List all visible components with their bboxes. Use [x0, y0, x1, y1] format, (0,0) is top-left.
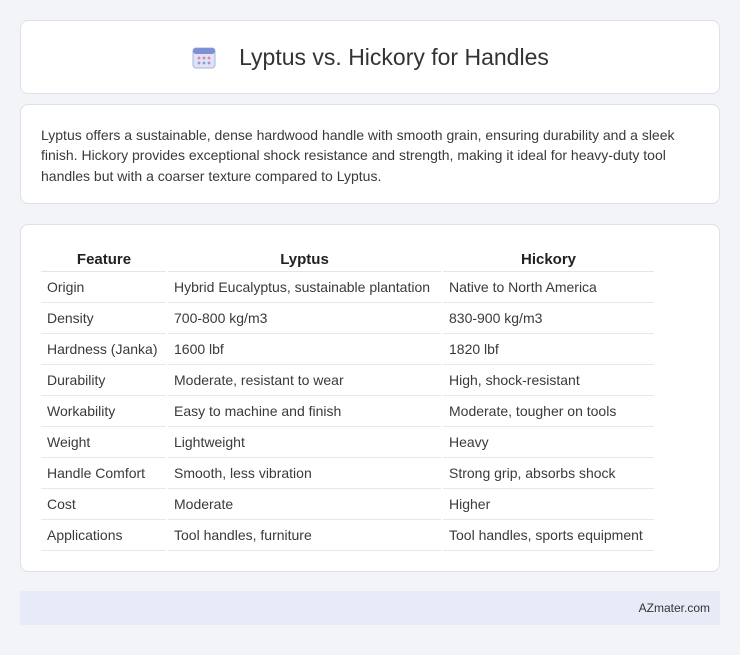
header-lyptus: Lyptus — [167, 247, 442, 272]
cell-hickory: Tool handles, sports equipment — [442, 519, 656, 551]
cell-hickory: 1820 lbf — [442, 333, 656, 365]
cell-lyptus: Easy to machine and finish — [167, 395, 443, 427]
table-row: Handle Comfort Smooth, less vibration St… — [41, 457, 656, 489]
cell-feature: Density — [41, 302, 168, 334]
table-row: Density 700-800 kg/m3 830-900 kg/m3 — [41, 302, 656, 334]
cell-lyptus: 1600 lbf — [167, 333, 443, 365]
cell-feature: Workability — [41, 395, 168, 427]
table-row: Hardness (Janka) 1600 lbf 1820 lbf — [41, 333, 656, 365]
cell-lyptus: Moderate — [167, 488, 443, 520]
cell-hickory: Moderate, tougher on tools — [442, 395, 656, 427]
cell-feature: Hardness (Janka) — [41, 333, 168, 365]
cell-hickory: Strong grip, absorbs shock — [442, 457, 656, 489]
cell-feature: Weight — [41, 426, 168, 458]
cell-lyptus: Tool handles, furniture — [167, 519, 443, 551]
table-row: Applications Tool handles, furniture Too… — [41, 519, 656, 551]
intro-card: Lyptus offers a sustainable, dense hardw… — [20, 104, 720, 204]
cell-feature: Handle Comfort — [41, 457, 168, 489]
cell-hickory: Higher — [442, 488, 656, 520]
cell-lyptus: Lightweight — [167, 426, 443, 458]
cell-feature: Durability — [41, 364, 168, 396]
table-row: Cost Moderate Higher — [41, 488, 656, 520]
cell-hickory: 830-900 kg/m3 — [442, 302, 656, 334]
table-row: Origin Hybrid Eucalyptus, sustainable pl… — [41, 271, 656, 303]
table-header-row: Feature Lyptus Hickory — [41, 247, 655, 272]
cell-feature: Origin — [41, 271, 168, 303]
cell-hickory: Heavy — [442, 426, 656, 458]
title-card: Lyptus vs. Hickory for Handles — [20, 20, 720, 94]
calendar-icon — [191, 44, 217, 70]
cell-lyptus: 700-800 kg/m3 — [167, 302, 443, 334]
table-card: Feature Lyptus Hickory Origin Hybrid Euc… — [20, 224, 720, 572]
footer-bar: AZmater.com — [20, 591, 720, 625]
header-hickory: Hickory — [442, 247, 655, 272]
page-title: Lyptus vs. Hickory for Handles — [239, 43, 549, 70]
title-wrap: Lyptus vs. Hickory for Handles — [191, 44, 549, 71]
cell-lyptus: Smooth, less vibration — [167, 457, 443, 489]
footer-site-name: AZmater.com — [638, 601, 710, 615]
table-row: Workability Easy to machine and finish M… — [41, 395, 656, 427]
intro-paragraph: Lyptus offers a sustainable, dense hardw… — [41, 127, 675, 184]
cell-feature: Applications — [41, 519, 168, 551]
cell-feature: Cost — [41, 488, 168, 520]
cell-hickory: High, shock-resistant — [442, 364, 656, 396]
table-row: Weight Lightweight Heavy — [41, 426, 656, 458]
cell-lyptus: Hybrid Eucalyptus, sustainable plantatio… — [167, 271, 443, 303]
cell-lyptus: Moderate, resistant to wear — [167, 364, 443, 396]
cell-hickory: Native to North America — [442, 271, 656, 303]
header-feature: Feature — [41, 247, 167, 272]
comparison-table: Feature Lyptus Hickory Origin Hybrid Euc… — [41, 247, 656, 551]
table-row: Durability Moderate, resistant to wear H… — [41, 364, 656, 396]
